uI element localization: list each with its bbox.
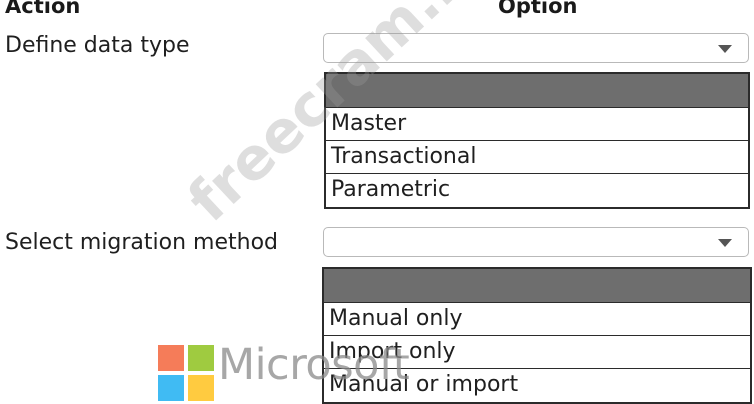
dropdown-option-blank[interactable] bbox=[326, 74, 748, 108]
dropdown-option-transactional[interactable]: Transactional bbox=[326, 141, 748, 174]
microsoft-logo bbox=[158, 345, 214, 401]
action-label-migration-method: Select migration method bbox=[5, 230, 278, 255]
dropdown-option-manual-only[interactable]: Manual only bbox=[324, 303, 750, 336]
logo-red-square bbox=[158, 345, 184, 371]
action-label-data-type: Define data type bbox=[5, 33, 190, 58]
chevron-down-icon[interactable] bbox=[718, 239, 732, 247]
column-header-action: Action bbox=[5, 0, 81, 18]
column-header-option: Option bbox=[498, 0, 578, 18]
data-type-dropdown: Master Transactional Parametric bbox=[324, 72, 750, 209]
data-type-select[interactable] bbox=[323, 33, 749, 63]
logo-green-square bbox=[188, 345, 214, 371]
migration-method-select[interactable] bbox=[323, 227, 749, 257]
dropdown-option-master[interactable]: Master bbox=[326, 108, 748, 141]
microsoft-wordmark: Microsoft bbox=[218, 340, 410, 390]
logo-yellow-square bbox=[188, 375, 214, 401]
chevron-down-icon[interactable] bbox=[718, 45, 732, 53]
dropdown-option-parametric[interactable]: Parametric bbox=[326, 174, 748, 207]
dropdown-option-blank[interactable] bbox=[324, 269, 750, 303]
logo-blue-square bbox=[158, 375, 184, 401]
